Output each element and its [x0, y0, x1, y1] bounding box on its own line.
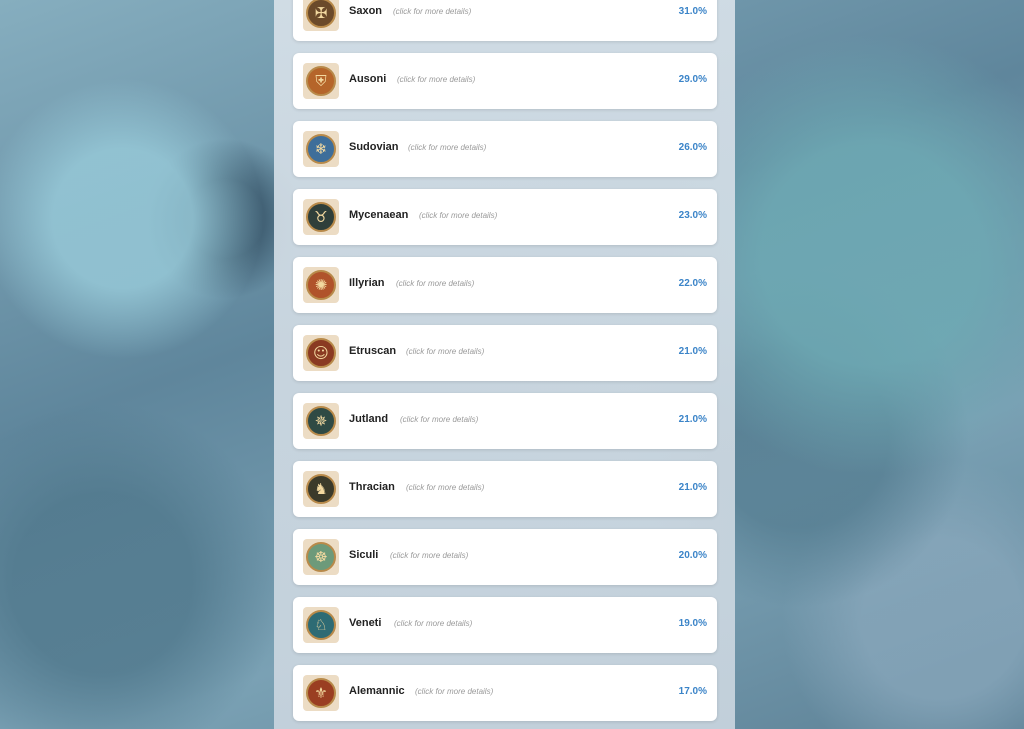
result-percent: 21.0% — [678, 414, 707, 425]
result-name: Jutland — [349, 413, 389, 425]
result-name: Etruscan — [349, 345, 397, 357]
result-card-sudovian[interactable]: ❄ Sudovian (click for more details) 26.0% — [293, 121, 717, 177]
result-percent: 23.0% — [678, 210, 707, 221]
emblem-badge: ♘ — [303, 607, 339, 643]
result-name: Saxon — [349, 5, 383, 17]
emblem-badge: ✺ — [303, 267, 339, 303]
details-hint[interactable]: (click for more details) — [390, 551, 468, 560]
result-card-mycenaean[interactable]: ♉ Mycenaean (click for more details) 23.0% — [293, 189, 717, 245]
result-percent: 31.0% — [678, 6, 707, 17]
details-hint[interactable]: (click for more details) — [415, 687, 493, 696]
details-hint[interactable]: (click for more details) — [396, 279, 474, 288]
compass-icon: ✵ — [306, 406, 336, 436]
result-card-ausoni[interactable]: ⛨ Ausoni (click for more details) 29.0% — [293, 53, 717, 109]
result-percent: 21.0% — [678, 482, 707, 493]
triskelion-icon: ☸ — [306, 542, 336, 572]
result-name: Illyrian — [349, 277, 385, 289]
result-name: Ausoni — [349, 73, 387, 85]
helmet-icon: ✠ — [306, 0, 336, 28]
details-hint[interactable]: (click for more details) — [397, 75, 475, 84]
emblem-badge: ✠ — [303, 0, 339, 31]
emblem-badge: ✵ — [303, 403, 339, 439]
result-card-siculi[interactable]: ☸ Siculi (click for more details) 20.0% — [293, 529, 717, 585]
details-hint[interactable]: (click for more details) — [406, 483, 484, 492]
snowflake-icon: ❄ — [306, 134, 336, 164]
emblem-badge: ❄ — [303, 131, 339, 167]
emblem-badge: ☺ — [303, 335, 339, 371]
emblem-badge: ⛨ — [303, 63, 339, 99]
details-hint[interactable]: (click for more details) — [400, 415, 478, 424]
details-hint[interactable]: (click for more details) — [393, 7, 471, 16]
result-card-veneti[interactable]: ♘ Veneti (click for more details) 19.0% — [293, 597, 717, 653]
emblem-badge: ⚜ — [303, 675, 339, 711]
bull-icon: ♉ — [306, 202, 336, 232]
emblem-badge: ☸ — [303, 539, 339, 575]
horseman-icon: ♞ — [306, 474, 336, 504]
result-percent: 17.0% — [678, 686, 707, 697]
result-percent: 19.0% — [678, 618, 707, 629]
result-card-saxon[interactable]: ✠ Saxon (click for more details) 31.0% — [293, 0, 717, 41]
result-percent: 26.0% — [678, 142, 707, 153]
result-percent: 20.0% — [678, 550, 707, 561]
result-name: Siculi — [349, 549, 379, 561]
result-name: Veneti — [349, 617, 382, 629]
details-hint[interactable]: (click for more details) — [394, 619, 472, 628]
result-card-alemannic[interactable]: ⚜ Alemannic (click for more details) 17.0% — [293, 665, 717, 721]
emblem-badge: ♉ — [303, 199, 339, 235]
result-percent: 22.0% — [678, 278, 707, 289]
result-name: Mycenaean — [349, 209, 409, 221]
result-name: Alemannic — [349, 685, 405, 697]
details-hint[interactable]: (click for more details) — [419, 211, 497, 220]
result-name: Sudovian — [349, 141, 399, 153]
face-icon: ☺ — [306, 338, 336, 368]
details-hint[interactable]: (click for more details) — [406, 347, 484, 356]
horse-icon: ♘ — [306, 610, 336, 640]
result-percent: 21.0% — [678, 346, 707, 357]
result-card-illyrian[interactable]: ✺ Illyrian (click for more details) 22.0% — [293, 257, 717, 313]
emblem-badge: ♞ — [303, 471, 339, 507]
shield-icon: ⛨ — [306, 66, 336, 96]
result-card-thracian[interactable]: ♞ Thracian (click for more details) 21.0% — [293, 461, 717, 517]
details-hint[interactable]: (click for more details) — [408, 143, 486, 152]
result-name: Thracian — [349, 481, 395, 493]
sun-icon: ✺ — [306, 270, 336, 300]
result-card-etruscan[interactable]: ☺ Etruscan (click for more details) 21.0% — [293, 325, 717, 381]
eagle-icon: ⚜ — [306, 678, 336, 708]
result-card-jutland[interactable]: ✵ Jutland (click for more details) 21.0% — [293, 393, 717, 449]
result-percent: 29.0% — [678, 74, 707, 85]
